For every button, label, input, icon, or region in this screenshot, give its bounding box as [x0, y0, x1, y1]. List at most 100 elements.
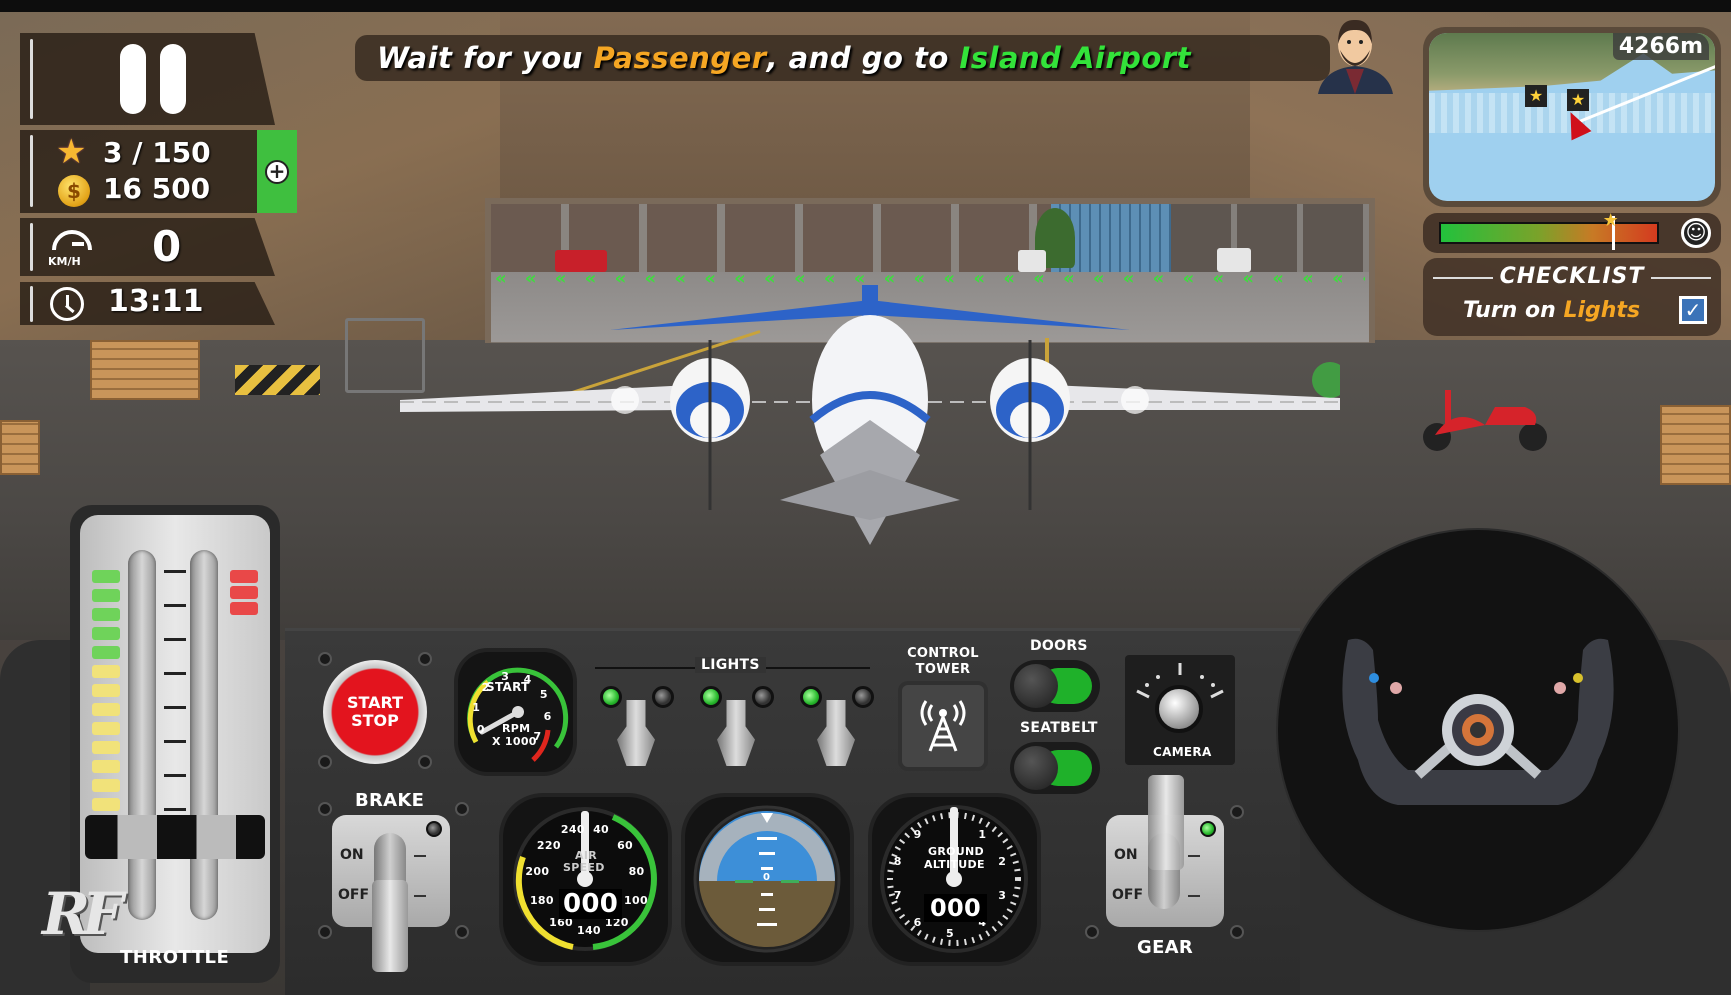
- divider: [30, 39, 33, 119]
- airspeed-tick-label: 80: [628, 865, 645, 879]
- airspeed-tick-label: 180: [529, 894, 554, 908]
- throttle-level-led: [92, 798, 120, 811]
- throttle-tick: [164, 604, 186, 607]
- airspeed-dial: [513, 807, 657, 951]
- wooden-pallets: [1660, 405, 1731, 485]
- screw: [1085, 925, 1099, 939]
- throttle-level-led: [92, 779, 120, 792]
- throttle-level-led: [92, 589, 120, 602]
- pause-button[interactable]: [98, 33, 198, 125]
- coins-count: 16 500: [103, 172, 211, 205]
- gear-indicator: [1200, 821, 1216, 837]
- screw: [318, 802, 332, 816]
- light-indicator-on: [700, 686, 722, 708]
- mission-passenger: Passenger: [593, 41, 767, 75]
- altitude-tick-label: 2: [998, 855, 1007, 868]
- airspeed-tick-label: 140: [577, 924, 601, 937]
- airplane: [400, 285, 1340, 545]
- control-tower-button[interactable]: [902, 685, 984, 767]
- brake-off-label: OFF: [338, 887, 370, 903]
- radio-tower-icon: [920, 700, 966, 752]
- rpm-tick-label: 1: [472, 700, 481, 714]
- barrier: [235, 365, 320, 395]
- smiley-icon: ☺: [1681, 218, 1711, 248]
- screw: [318, 755, 332, 769]
- camera-label: CAMERA: [1153, 745, 1212, 759]
- screw: [318, 652, 332, 666]
- label-line: CONTROL: [907, 646, 979, 661]
- checkbox-checked-icon: ✓: [1679, 296, 1707, 324]
- rpm-multiplier: X 1000: [492, 735, 537, 748]
- throttle-tick: [164, 638, 186, 641]
- rpm-tick-label: 3: [501, 669, 510, 683]
- distance-readout: 4266m: [1612, 33, 1709, 60]
- altitude-title: ALTITUDE: [924, 858, 985, 871]
- brake-indicator: [426, 821, 442, 837]
- clock-panel: 13:11: [20, 282, 275, 325]
- rpm-tick-label: 4: [523, 672, 532, 686]
- rpm-tick-label: 7: [533, 730, 542, 744]
- screw: [455, 802, 469, 816]
- lights-label: LIGHTS: [695, 657, 766, 673]
- throttle-tick: [164, 774, 186, 777]
- add-coins-button[interactable]: +: [257, 130, 297, 213]
- airspeed-tick-label: 200: [525, 865, 550, 879]
- lever-slot: [1148, 833, 1180, 909]
- yoke-control[interactable]: [1278, 530, 1678, 930]
- light-indicator-off: [652, 686, 674, 708]
- minimap[interactable]: ★ ★ 4266m: [1423, 27, 1721, 207]
- rpm-tick-label: 5: [539, 688, 548, 702]
- doors-toggle[interactable]: [1010, 660, 1100, 712]
- camera-knob[interactable]: [1155, 685, 1203, 733]
- speed-panel: KM/H 0: [20, 218, 275, 276]
- passenger-satisfaction: ★ ☺: [1423, 210, 1721, 253]
- airspeed-tick-label: 60: [617, 838, 633, 852]
- stars-count: 3 / 150: [103, 136, 211, 169]
- seatbelt-toggle[interactable]: [1010, 742, 1100, 794]
- yoke-icon: [1342, 638, 1614, 805]
- mission-text: Wait for you: [377, 41, 583, 75]
- tick: [1188, 895, 1200, 897]
- start-stop-button[interactable]: START STOP: [323, 660, 427, 764]
- throttle-level-led: [92, 741, 120, 754]
- checklist-item-highlight: Lights: [1563, 298, 1641, 323]
- throttle-level-led: [92, 665, 120, 678]
- scooter: [1423, 390, 1547, 451]
- checklist-item-text: Turn on: [1463, 298, 1564, 323]
- gear-label: GEAR: [1137, 937, 1194, 958]
- toggle-knob: [1014, 664, 1058, 708]
- altitude-readout: 000: [924, 894, 987, 922]
- altitude-tick-label: 7: [893, 888, 902, 902]
- rf-logo: RF: [42, 880, 123, 948]
- coins-icon: $: [58, 175, 90, 207]
- doors-label: DOORS: [1030, 638, 1088, 654]
- throttle-level-led: [92, 760, 120, 773]
- throttle-tick: [164, 672, 186, 675]
- screw: [455, 925, 469, 939]
- attitude-indicator: 0: [685, 797, 850, 962]
- star-marker-icon: ★: [1525, 85, 1547, 107]
- checklist-item: Turn on Lights: [1463, 298, 1640, 323]
- minimap-view: ★ ★ 4266m: [1429, 33, 1715, 201]
- airspeed-tick-label: 220: [536, 838, 561, 852]
- throttle-slot: [190, 550, 218, 920]
- throttle-handle[interactable]: [85, 815, 265, 859]
- start-label: START: [346, 693, 404, 712]
- stop-label: STOP: [351, 711, 399, 730]
- screw: [418, 755, 432, 769]
- throttle-label: THROTTLE: [120, 947, 230, 968]
- seatbelt-label: SEATBELT: [1020, 720, 1098, 736]
- gear-switch[interactable]: ON OFF: [1106, 815, 1224, 927]
- throttle-level-led: [92, 608, 120, 621]
- mission-message: Wait for you Passenger, and go to Island…: [355, 35, 1330, 81]
- airspeed-tick-label: 240: [560, 822, 585, 836]
- game-screen: « « « « « « « « « « « « « « « « « « « « …: [0, 0, 1731, 995]
- airspeed-readout: 000: [559, 889, 623, 919]
- brake-on-label: ON: [340, 847, 364, 863]
- star-icon: ★: [56, 132, 87, 172]
- plus-icon: +: [265, 159, 289, 184]
- light-indicator-off: [852, 686, 874, 708]
- checklist-title: CHECKLIST: [1423, 264, 1721, 289]
- brake-lever[interactable]: [372, 880, 408, 972]
- altitude-dial: [880, 805, 1028, 953]
